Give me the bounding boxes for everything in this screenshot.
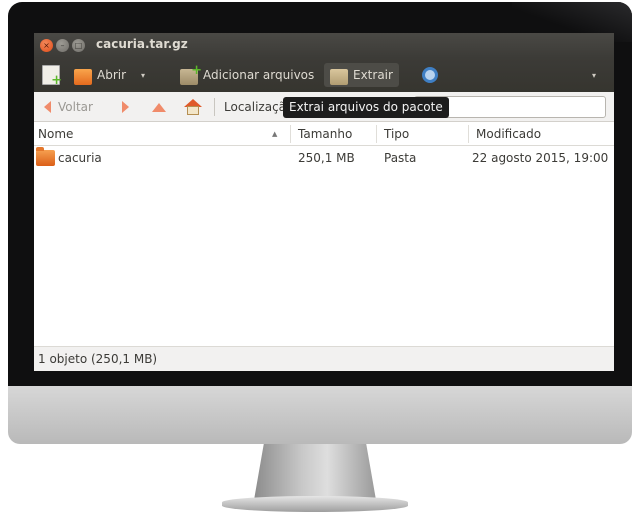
extract-icon [330, 68, 348, 85]
window-title: cacuria.tar.gz [96, 37, 188, 51]
folder-icon [36, 147, 55, 166]
folder-open-icon [74, 68, 92, 85]
monitor-stand-neck [254, 444, 376, 500]
close-button[interactable]: × [40, 39, 53, 52]
chevron-down-icon[interactable]: ▾ [141, 71, 145, 80]
separator [214, 98, 215, 116]
new-archive-icon [42, 65, 62, 88]
maximize-button[interactable]: □ [72, 39, 85, 52]
home-icon [184, 99, 202, 115]
forward-button[interactable] [122, 98, 129, 116]
file-name: cacuria [58, 151, 102, 165]
add-files-button[interactable]: Adicionar arquivos [180, 63, 314, 87]
status-bar: 1 objeto (250,1 MB) [34, 346, 614, 371]
column-modified[interactable]: Modificado [476, 127, 541, 141]
column-divider [468, 125, 469, 143]
extract-button-label: Extrair [353, 68, 393, 82]
add-files-icon [180, 63, 202, 85]
titlebar: × – □ cacuria.tar.gz [34, 33, 614, 58]
monitor-chin [8, 386, 632, 444]
extract-button[interactable]: Extrair [324, 63, 399, 87]
new-archive-button[interactable] [42, 63, 62, 88]
open-button[interactable]: Abrir ▾ [74, 63, 145, 87]
monitor-stand-foot [222, 496, 408, 512]
status-text: 1 objeto (250,1 MB) [38, 352, 158, 366]
toolbar-menu-button[interactable]: ▾ [592, 63, 596, 87]
column-type[interactable]: Tipo [384, 127, 409, 141]
column-header: Nome ▲ Tamanho Tipo Modificado [34, 122, 614, 146]
file-type: Pasta [384, 151, 417, 165]
toolbar: Abrir ▾ Adicionar arquivos Extrair ▾ [34, 58, 614, 92]
forward-arrow-icon [122, 101, 129, 113]
file-size: 250,1 MB [298, 151, 355, 165]
column-name[interactable]: Nome [38, 127, 73, 141]
up-button[interactable] [152, 98, 166, 116]
column-size[interactable]: Tamanho [298, 127, 352, 141]
column-divider [376, 125, 377, 143]
back-button[interactable]: Voltar [44, 98, 93, 116]
home-button[interactable] [184, 98, 202, 116]
sort-ascending-icon: ▲ [272, 130, 278, 138]
table-row[interactable]: cacuria 250,1 MB Pasta 22 agosto 2015, 1… [34, 147, 614, 170]
up-arrow-icon [152, 102, 166, 112]
file-list: cacuria 250,1 MB Pasta 22 agosto 2015, 1… [34, 146, 614, 346]
minimize-button[interactable]: – [56, 39, 69, 52]
archive-manager-window: × – □ cacuria.tar.gz Abrir ▾ Adicionar a… [34, 33, 614, 371]
location-label: Localização: [224, 100, 284, 114]
search-icon [422, 67, 438, 83]
column-divider [290, 125, 291, 143]
add-files-label: Adicionar arquivos [203, 68, 315, 82]
extract-tooltip: Extrai arquivos do pacote [283, 97, 449, 118]
back-arrow-icon [44, 101, 51, 113]
back-button-label: Voltar [58, 100, 93, 114]
file-modified: 22 agosto 2015, 19:00 [472, 151, 609, 165]
search-button[interactable] [422, 63, 438, 87]
chevron-down-icon: ▾ [592, 70, 597, 80]
open-button-label: Abrir [97, 68, 127, 82]
